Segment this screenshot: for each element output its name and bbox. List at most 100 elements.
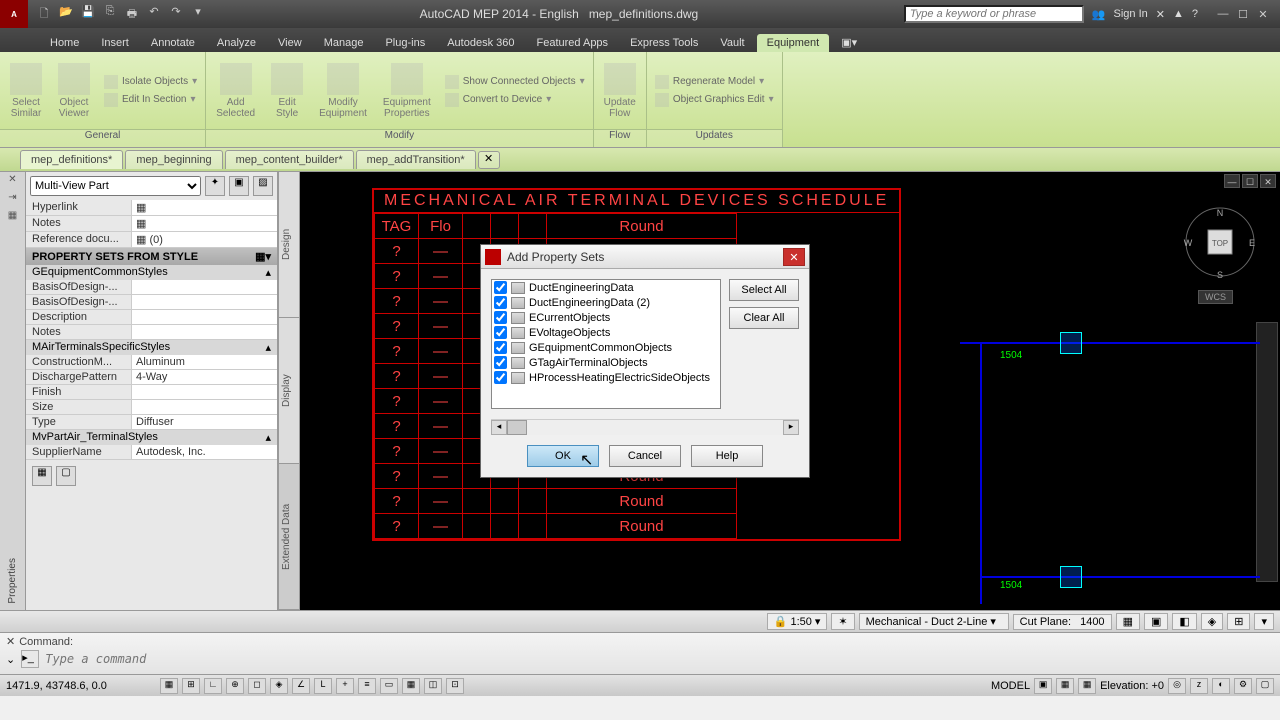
viewport-close-icon[interactable]: ✕ xyxy=(1260,174,1276,188)
regenerate-model[interactable]: Regenerate Model ▾ xyxy=(651,74,778,90)
scroll-left-icon[interactable]: ◂ xyxy=(491,420,507,435)
grid-toggle-icon[interactable]: ⊞ xyxy=(182,678,200,694)
elevation-field[interactable]: Elevation: +0 xyxy=(1100,680,1164,692)
layout-icon[interactable]: ▣ xyxy=(1034,678,1052,694)
annotation-scale[interactable]: 🔒 1:50 ▾ xyxy=(767,613,828,630)
maximize-icon[interactable]: ☐ xyxy=(1234,8,1252,21)
autodesk360-icon[interactable]: ▲ xyxy=(1173,8,1184,20)
minimize-icon[interactable]: — xyxy=(1214,8,1232,21)
add-propset-icon[interactable]: ▦▾ xyxy=(255,250,271,263)
palette-tab-design[interactable]: Design xyxy=(279,172,299,318)
viewport-maximize-icon[interactable]: ☐ xyxy=(1242,174,1258,188)
ribbon-tab-express-tools[interactable]: Express Tools xyxy=(620,34,708,52)
tpy-toggle-icon[interactable]: ▭ xyxy=(380,678,398,694)
palette-tab-display[interactable]: Display xyxy=(279,318,299,464)
command-input[interactable] xyxy=(45,652,1274,666)
prop-value[interactable]: ▦ xyxy=(132,200,277,215)
3dosnap-toggle-icon[interactable]: ◈ xyxy=(270,678,288,694)
prop-value[interactable]: ▦ (0) xyxy=(132,232,277,247)
am-toggle-icon[interactable]: ⊡ xyxy=(446,678,464,694)
lwt-toggle-icon[interactable]: ≡ xyxy=(358,678,376,694)
clear-all-button[interactable]: Clear All xyxy=(729,307,799,329)
update-flow[interactable]: UpdateFlow xyxy=(598,61,642,121)
polar-toggle-icon[interactable]: ⊕ xyxy=(226,678,244,694)
qp-toggle-icon[interactable]: ▦ xyxy=(402,678,420,694)
property-set-item[interactable]: EVoltageObjects xyxy=(492,325,720,340)
dyn-toggle-icon[interactable]: + xyxy=(336,678,354,694)
status-icon[interactable]: ▦ xyxy=(1116,613,1140,630)
prop-value[interactable]: 4-Way xyxy=(132,370,277,384)
coordinates-readout[interactable]: 1471.9, 43748.6, 0.0 xyxy=(6,680,156,692)
qat-saveas-icon[interactable]: ⎘ xyxy=(102,5,118,24)
infocenter-icon[interactable]: 👥 xyxy=(1092,8,1106,21)
ortho-toggle-icon[interactable]: ∟ xyxy=(204,678,222,694)
property-set-item[interactable]: DuctEngineeringData xyxy=(492,280,720,295)
snap-toggle-icon[interactable]: ▦ xyxy=(160,678,178,694)
property-sets-listbox[interactable]: DuctEngineeringDataDuctEngineeringData (… xyxy=(491,279,721,409)
ribbon-tab-featured-apps[interactable]: Featured Apps xyxy=(527,34,619,52)
add-propset-button-icon[interactable]: ▦ xyxy=(32,466,52,486)
property-set-checkbox[interactable] xyxy=(494,326,507,339)
help-icon[interactable]: ? xyxy=(1192,8,1198,20)
property-set-checkbox[interactable] xyxy=(494,281,507,294)
property-set-item[interactable]: DuctEngineeringData (2) xyxy=(492,295,720,310)
prop-value[interactable]: Aluminum xyxy=(132,355,277,369)
close-palette-icon[interactable]: ✕ xyxy=(5,174,21,190)
viewport-minimize-icon[interactable]: — xyxy=(1224,174,1240,188)
modify-equipment[interactable]: ModifyEquipment xyxy=(313,61,373,121)
show-connected[interactable]: Show Connected Objects ▾ xyxy=(441,74,589,90)
doc-tab[interactable]: mep_definitions* xyxy=(20,150,123,169)
clean-screen-icon[interactable]: ▢ xyxy=(1256,678,1274,694)
replace-z-icon[interactable]: z xyxy=(1190,678,1208,694)
palette-icon[interactable]: ▦ xyxy=(5,210,21,226)
property-set-checkbox[interactable] xyxy=(494,311,507,324)
viewcube[interactable]: TOP N S W E WCS xyxy=(1180,202,1260,282)
cmdline-toggle-icon[interactable]: ⌄ xyxy=(6,653,15,666)
prop-value[interactable] xyxy=(132,325,277,339)
status-icon[interactable]: ▾ xyxy=(1254,613,1274,630)
status-icon[interactable]: ◈ xyxy=(1201,613,1223,630)
isolate-icon[interactable]: ◐ xyxy=(1212,678,1230,694)
status-icon[interactable]: ▣ xyxy=(1144,613,1168,630)
object-graphics-edit[interactable]: Object Graphics Edit ▾ xyxy=(651,92,778,108)
prop-value[interactable] xyxy=(132,310,277,324)
pin-icon[interactable]: ⇥ xyxy=(5,192,21,208)
prop-value[interactable]: ▦ xyxy=(132,216,277,231)
ribbon-tab-autodesk-360[interactable]: Autodesk 360 xyxy=(437,34,524,52)
edit-in-section[interactable]: Edit In Section ▾ xyxy=(100,92,201,108)
qat-redo-icon[interactable]: ↷ xyxy=(168,5,184,24)
doc-tab[interactable]: mep_addTransition* xyxy=(356,150,476,169)
ducs-toggle-icon[interactable]: L xyxy=(314,678,332,694)
ribbon-overflow-icon[interactable]: ▣▾ xyxy=(831,33,867,52)
ribbon-tab-analyze[interactable]: Analyze xyxy=(207,34,266,52)
property-set-checkbox[interactable] xyxy=(494,296,507,309)
help-button[interactable]: Help xyxy=(691,445,763,467)
ribbon-tab-equipment[interactable]: Equipment xyxy=(757,34,830,52)
remove-propset-icon[interactable]: ▢ xyxy=(56,466,76,486)
property-set-item[interactable]: GEquipmentCommonObjects xyxy=(492,340,720,355)
prop-group-header[interactable]: MvPartAir_TerminalStyles▴ xyxy=(26,430,277,445)
command-prompt-icon[interactable]: ▸_ xyxy=(21,650,39,668)
ribbon-tab-annotate[interactable]: Annotate xyxy=(141,34,205,52)
add-selected[interactable]: AddSelected xyxy=(210,61,261,121)
compass-toggle-icon[interactable]: ◎ xyxy=(1168,678,1186,694)
prop-value[interactable] xyxy=(132,400,277,414)
help-search-input[interactable] xyxy=(904,5,1084,23)
doc-tab[interactable]: mep_content_builder* xyxy=(225,150,354,169)
annotation-visibility-icon[interactable]: ✶ xyxy=(831,613,854,630)
ok-button[interactable]: OK xyxy=(527,445,599,467)
dialog-titlebar[interactable]: Add Property Sets ✕ xyxy=(481,245,809,269)
scroll-right-icon[interactable]: ▸ xyxy=(783,420,799,435)
isolate-objects[interactable]: Isolate Objects ▾ xyxy=(100,74,201,90)
model-space-button[interactable]: MODEL xyxy=(991,680,1030,692)
pickadd-icon[interactable]: ▣ xyxy=(229,176,249,196)
display-config-dropdown[interactable]: Mechanical - Duct 2-Line ▾ xyxy=(859,613,1009,630)
qat-print-icon[interactable]: 🖶 xyxy=(124,5,140,24)
object-viewer[interactable]: ObjectViewer xyxy=(52,61,96,121)
quickselect-icon[interactable]: ✦ xyxy=(205,176,225,196)
wcs-badge[interactable]: WCS xyxy=(1198,290,1233,304)
convert-device[interactable]: Convert to Device ▾ xyxy=(441,92,589,108)
listbox-hscrollbar[interactable]: ◂ ▸ xyxy=(491,419,799,435)
property-set-checkbox[interactable] xyxy=(494,341,507,354)
prop-value[interactable]: Autodesk, Inc. xyxy=(132,445,277,459)
